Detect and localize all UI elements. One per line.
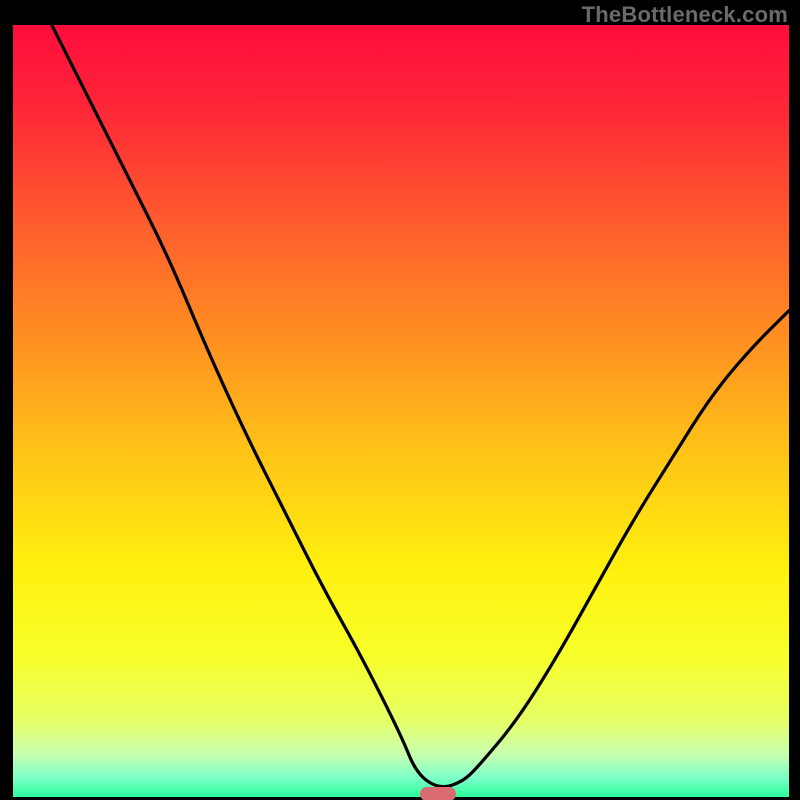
watermark-text: TheBottleneck.com [582,2,788,28]
plot-area [13,25,789,797]
optimum-marker [420,787,456,800]
bottleneck-curve [13,25,789,797]
chart-stage: TheBottleneck.com [0,0,800,800]
curve-path [52,25,789,787]
